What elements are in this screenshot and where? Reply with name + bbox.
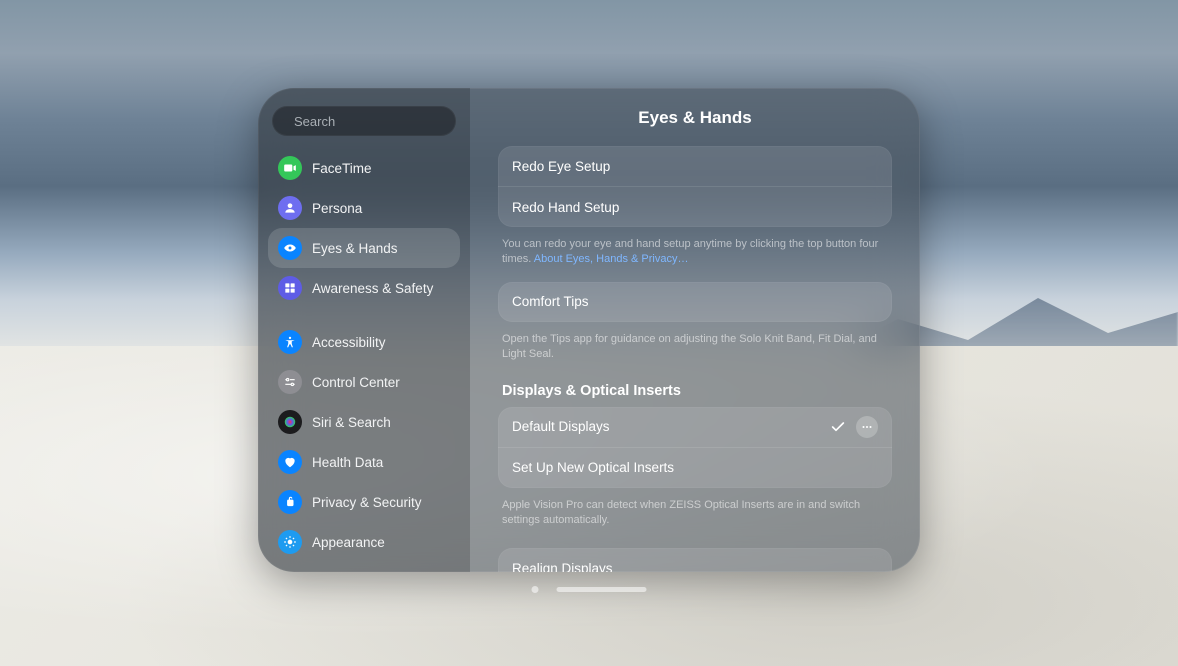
realign-group: Realign Displays (498, 548, 892, 572)
page-title: Eyes & Hands (498, 108, 892, 128)
sidebar-item-siri-search[interactable]: Siri & Search (268, 402, 460, 442)
setup-group: Redo Eye Setup Redo Hand Setup (498, 146, 892, 227)
video-icon (278, 156, 302, 180)
control-center-icon (278, 370, 302, 394)
displays-footer: Apple Vision Pro can detect when ZEISS O… (498, 496, 892, 543)
comfort-group: Comfort Tips (498, 282, 892, 322)
sidebar-item-privacy-security[interactable]: Privacy & Security (268, 482, 460, 522)
row-label: Set Up New Optical Inserts (512, 460, 674, 475)
health-icon (278, 450, 302, 474)
row-label: Realign Displays (512, 561, 613, 572)
sidebar-item-appearance[interactable]: Appearance (268, 522, 460, 562)
eyes-hands-privacy-link[interactable]: About Eyes, Hands & Privacy… (534, 253, 689, 265)
displays-group: Default Displays Set Up New Optical Inse… (498, 407, 892, 488)
realign-displays-row[interactable]: Realign Displays (498, 548, 892, 572)
siri-icon (278, 410, 302, 434)
search-field[interactable] (272, 106, 456, 136)
more-options-button[interactable] (856, 416, 878, 438)
privacy-icon (278, 490, 302, 514)
sidebar-item-awareness-safety[interactable]: Awareness & Safety (268, 268, 460, 308)
sidebar-item-label: Awareness & Safety (312, 281, 433, 296)
settings-sidebar: FaceTime Persona Eyes & Hands Awareness & S… (258, 88, 470, 572)
accessibility-icon (278, 330, 302, 354)
sidebar-item-label: Siri & Search (312, 415, 391, 430)
sidebar-item-control-center[interactable]: Control Center (268, 362, 460, 402)
awareness-icon (278, 276, 302, 300)
sidebar-item-label: Control Center (312, 375, 400, 390)
pager-dot[interactable] (532, 586, 539, 593)
eye-hand-icon (278, 236, 302, 260)
sidebar-item-accessibility[interactable]: Accessibility (268, 322, 460, 362)
sidebar-item-label: Health Data (312, 455, 383, 470)
displays-section-header: Displays & Optical Inserts (502, 383, 888, 399)
sidebar-item-persona[interactable]: Persona (268, 188, 460, 228)
appearance-icon (278, 530, 302, 554)
sidebar-item-label: Eyes & Hands (312, 241, 398, 256)
sidebar-item-label: Appearance (312, 535, 385, 550)
comfort-tips-row[interactable]: Comfort Tips (498, 282, 892, 322)
ellipsis-icon (861, 421, 873, 433)
search-input[interactable] (292, 113, 470, 130)
comfort-footer: Open the Tips app for guidance on adjust… (498, 330, 892, 377)
row-label: Default Displays (512, 419, 610, 434)
window-pager[interactable] (532, 586, 647, 593)
sidebar-item-label: Accessibility (312, 335, 386, 350)
sidebar-item-label: Privacy & Security (312, 495, 422, 510)
sidebar-nav: FaceTime Persona Eyes & Hands Awareness & S… (268, 148, 460, 562)
setup-optical-inserts-row[interactable]: Set Up New Optical Inserts (498, 447, 892, 488)
pager-handle[interactable] (557, 587, 647, 592)
row-label: Comfort Tips (512, 294, 589, 309)
sidebar-item-health-data[interactable]: Health Data (268, 442, 460, 482)
redo-hand-setup-row[interactable]: Redo Hand Setup (498, 186, 892, 227)
sidebar-item-label: Persona (312, 201, 362, 216)
default-displays-row[interactable]: Default Displays (498, 407, 892, 447)
sidebar-item-label: FaceTime (312, 161, 372, 176)
persona-icon (278, 196, 302, 220)
redo-eye-setup-row[interactable]: Redo Eye Setup (498, 146, 892, 186)
settings-window: FaceTime Persona Eyes & Hands Awareness & S… (258, 88, 920, 572)
checkmark-icon (830, 419, 846, 435)
row-label: Redo Hand Setup (512, 200, 619, 215)
sidebar-item-facetime[interactable]: FaceTime (268, 148, 460, 188)
setup-footer: You can redo your eye and hand setup any… (498, 235, 892, 282)
row-label: Redo Eye Setup (512, 159, 610, 174)
settings-content: Eyes & Hands Redo Eye Setup Redo Hand Se… (470, 88, 920, 572)
sidebar-item-eyes-hands[interactable]: Eyes & Hands (268, 228, 460, 268)
